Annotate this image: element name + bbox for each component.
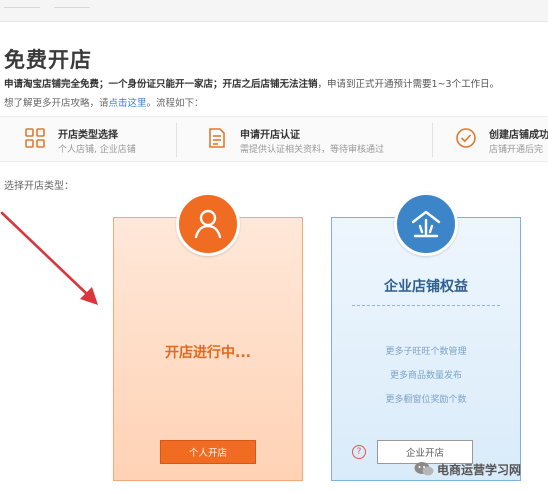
process-steps: 开店类型选择 个人店铺, 企业店铺 申请开店认证 需提供认证相关资料，等待审核通… — [0, 116, 548, 162]
wechat-icon — [414, 461, 434, 477]
annotation-arrow-icon — [0, 211, 98, 305]
personal-shop-button[interactable]: 个人开店 — [160, 440, 256, 464]
step-divider — [432, 123, 433, 157]
shop-status-text: 开店进行中... — [165, 345, 251, 361]
top-link[interactable] — [4, 0, 40, 8]
guide-prefix: 想了解更多开店攻略，请 — [4, 98, 109, 109]
guide-suffix: 。流程如下： — [146, 98, 204, 109]
step-desc: 个人店铺, 企业店铺 — [58, 145, 136, 155]
step-title: 开店类型选择 — [58, 130, 118, 141]
document-icon — [206, 127, 228, 149]
step-desc: 店铺开通后完 — [489, 145, 544, 155]
intro-bold: 申请淘宝店铺完全免费；一个身份证只能开一家店；开店之后店铺无法注销 — [4, 79, 318, 90]
step-divider — [176, 123, 177, 157]
step-title: 申请开店认证 — [240, 130, 300, 141]
user-icon — [176, 192, 240, 256]
benefit-item: 更多橱窗位奖励个数 — [385, 395, 467, 405]
guide-text: 想了解更多开店攻略，请点击这里。流程如下： — [4, 95, 204, 109]
grid-icon — [24, 127, 46, 149]
intro-text: 申请淘宝店铺完全免费；一个身份证只能开一家店；开店之后店铺无法注销，申请到正式开… — [4, 76, 499, 90]
intro-rest: ，申请到正式开通预计需要1~3个工作日。 — [317, 79, 500, 90]
benefit-item: 更多商品数量发布 — [389, 371, 462, 381]
enterprise-benefits-title: 企业店铺权益 — [384, 279, 468, 295]
benefit-item: 更多子旺旺个数管理 — [385, 347, 467, 357]
page-title: 免费开店 — [4, 48, 92, 72]
help-icon[interactable]: ? — [352, 445, 366, 459]
top-link[interactable] — [54, 0, 90, 8]
enterprise-icon — [394, 192, 458, 256]
benefits-divider — [352, 305, 500, 306]
guide-link[interactable]: 点击这里 — [109, 98, 147, 109]
step-desc: 需提供认证相关资料，等待审核通过 — [240, 145, 385, 155]
choose-type-label: 选择开店类型： — [4, 181, 74, 192]
top-bar — [0, 0, 548, 22]
check-circle-icon — [455, 127, 477, 149]
watermark-text: 电商运营学习网 — [437, 462, 522, 477]
watermark: 电商运营学习网 — [414, 458, 521, 480]
step-title: 创建店铺成功 — [489, 130, 548, 141]
